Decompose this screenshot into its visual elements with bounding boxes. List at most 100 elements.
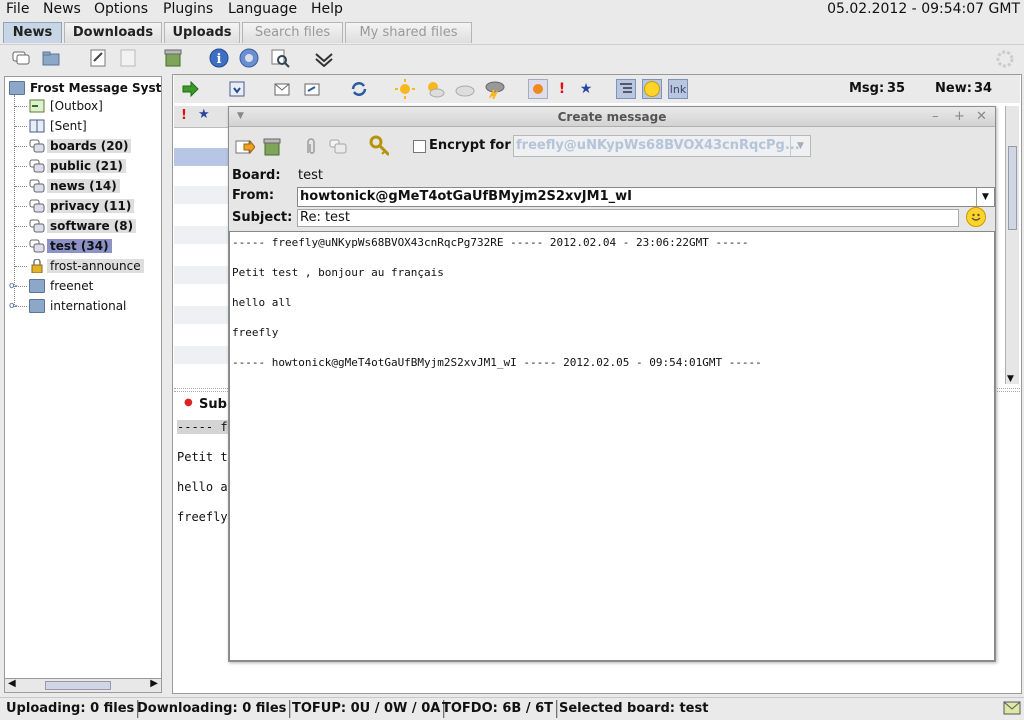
save-message-icon[interactable]	[227, 79, 247, 99]
subject-input[interactable]: Re: test	[297, 209, 959, 227]
document-icon[interactable]	[118, 48, 138, 68]
tree-item-public[interactable]: public (21)	[29, 157, 126, 175]
flag-sun-icon[interactable]	[528, 79, 548, 99]
board-label: Board:	[232, 168, 281, 183]
board-icon	[29, 239, 45, 253]
chevron-down-icon[interactable]: ▼	[790, 136, 810, 156]
preview-line: Petit t	[177, 450, 228, 464]
scroll-thumb[interactable]	[45, 681, 111, 690]
globe-icon[interactable]	[239, 48, 259, 68]
partly-cloudy-icon[interactable]	[425, 79, 445, 99]
menu-language[interactable]: Language	[228, 1, 297, 17]
window-title-bar[interactable]: ▼ Create message – + ✕	[229, 107, 995, 127]
status-tofdo: TOFDO: 6B / 6T	[439, 700, 559, 718]
send-icon[interactable]	[235, 137, 255, 157]
window-title: Create message	[557, 110, 667, 124]
mail-icon[interactable]	[1003, 700, 1021, 720]
link-toggle[interactable]: lnk	[668, 79, 688, 99]
flag-column-icon[interactable]: !	[181, 108, 187, 123]
tab-search-files[interactable]: Search files	[242, 22, 343, 43]
expand-icon[interactable]: o-	[9, 297, 18, 315]
new-message-icon[interactable]	[11, 48, 31, 68]
open-folder-icon[interactable]	[41, 48, 61, 68]
main-toolbar: i	[0, 44, 1024, 72]
table-row[interactable]	[174, 186, 228, 204]
menu-file[interactable]: File	[6, 1, 29, 17]
maximize-icon[interactable]: +	[954, 109, 965, 124]
menu-options[interactable]: Options	[94, 1, 148, 17]
preview-line: freefly	[177, 510, 228, 524]
table-row-selected[interactable]	[174, 148, 228, 166]
star-column-icon[interactable]: ★	[198, 107, 210, 122]
mark-all-read-icon[interactable]	[314, 48, 334, 68]
from-select[interactable]: howtonick@gMeT4otGaUfBMyjm2S2xvJM1_wI ▼	[297, 187, 995, 207]
encrypt-recipient-select[interactable]: freefly@uNKypWs68BVOX43cnRqcPg... ▼	[513, 135, 811, 157]
table-row[interactable]	[174, 346, 228, 364]
tree-item-freenet[interactable]: o- freenet	[9, 277, 96, 295]
trash-icon[interactable]	[163, 48, 183, 68]
body-line	[232, 340, 992, 355]
tab-news[interactable]: News	[3, 22, 62, 43]
tree-item-software[interactable]: software (8)	[29, 217, 137, 235]
smiley-toggle-icon[interactable]	[642, 79, 662, 99]
minimize-icon[interactable]: –	[932, 109, 939, 124]
discard-trash-icon[interactable]	[262, 137, 282, 157]
chevron-down-icon[interactable]: ▼	[976, 188, 994, 206]
table-row[interactable]	[174, 226, 228, 244]
tab-my-shared-files[interactable]: My shared files	[345, 22, 472, 43]
close-icon[interactable]: ✕	[976, 109, 987, 124]
attach-file-icon[interactable]	[301, 137, 321, 157]
star-icon[interactable]: ★	[576, 79, 596, 99]
table-vertical-scrollbar[interactable]: ▼	[1005, 106, 1019, 384]
expand-icon[interactable]: o-	[9, 277, 18, 295]
encrypt-checkbox[interactable]	[413, 140, 426, 153]
storm-icon[interactable]	[485, 79, 505, 99]
sign-key-icon[interactable]	[369, 135, 389, 157]
menu-plugins[interactable]: Plugins	[163, 1, 213, 17]
tree-root[interactable]: Frost Message System	[7, 79, 161, 97]
folder-icon	[29, 279, 45, 293]
lock-icon	[29, 258, 45, 274]
next-unread-icon[interactable]	[180, 79, 200, 99]
from-label: From:	[232, 188, 275, 203]
important-icon[interactable]: !	[552, 79, 572, 99]
board-icon	[29, 139, 45, 153]
smiley-picker-icon[interactable]	[966, 207, 986, 227]
tree-item-test[interactable]: test (34)	[29, 237, 112, 255]
tree-item-privacy[interactable]: privacy (11)	[29, 197, 135, 215]
scroll-right-icon[interactable]: ▶	[150, 678, 158, 689]
menu-bar: File News Options Plugins Language Help …	[0, 0, 1024, 20]
tree-item-outbox[interactable]: [Outbox]	[29, 97, 106, 115]
forward-icon[interactable]	[302, 79, 322, 99]
tree-item-boards[interactable]: boards (20)	[29, 137, 132, 155]
message-body-editor[interactable]: ----- freefly@uNKypWs68BVOX43cnRqcPg732R…	[229, 231, 995, 661]
menu-news[interactable]: News	[43, 1, 81, 17]
subject-label: Subject:	[232, 210, 293, 225]
threaded-view-icon[interactable]	[616, 79, 636, 99]
unread-dot-icon: ●	[184, 397, 193, 408]
table-row[interactable]	[174, 266, 228, 284]
attach-board-icon[interactable]	[328, 137, 348, 157]
edit-icon[interactable]	[88, 48, 108, 68]
scroll-left-icon[interactable]: ◀	[8, 678, 16, 689]
table-row[interactable]	[174, 306, 228, 324]
tree-horizontal-scrollbar[interactable]: ◀ ▶	[4, 678, 162, 693]
reply-icon[interactable]	[272, 79, 292, 99]
tree-item-international[interactable]: o- international	[9, 297, 129, 315]
refresh-icon[interactable]	[349, 79, 369, 99]
search-icon[interactable]	[270, 48, 290, 68]
tree-item-sent[interactable]: [Sent]	[29, 117, 90, 135]
board-tree[interactable]: Frost Message System [Outbox] [Sent] boa…	[4, 76, 162, 693]
cloud-icon[interactable]	[455, 79, 475, 99]
tree-item-frost-announce[interactable]: frost-announce	[29, 257, 144, 275]
sun-icon[interactable]	[395, 79, 415, 99]
tree-item-news[interactable]: news (14)	[29, 177, 120, 195]
info-icon[interactable]: i	[209, 48, 229, 68]
menu-help[interactable]: Help	[311, 1, 343, 17]
sent-icon	[29, 119, 45, 133]
scroll-down-icon[interactable]: ▼	[1007, 374, 1014, 384]
board-icon	[29, 199, 45, 213]
tab-downloads[interactable]: Downloads	[64, 22, 162, 43]
encrypt-label: Encrypt for	[429, 138, 511, 153]
tab-uploads[interactable]: Uploads	[164, 22, 240, 43]
